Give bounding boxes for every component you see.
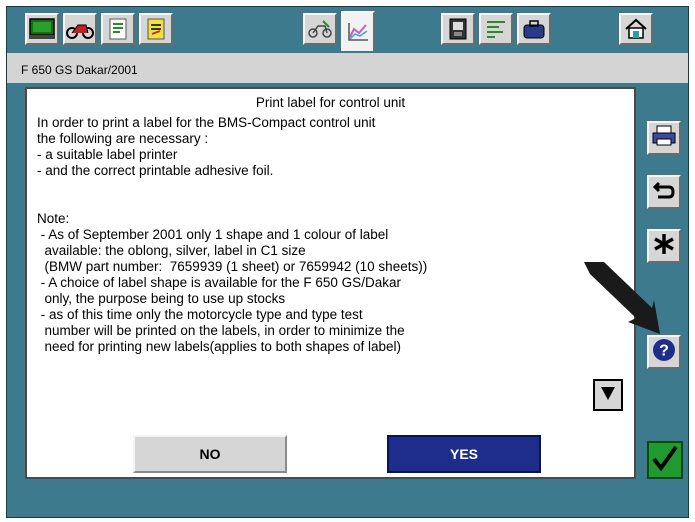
tab-motorcycle[interactable] (63, 13, 97, 45)
document-list-icon (108, 18, 128, 40)
tab-home[interactable] (619, 13, 653, 45)
vehicle-label: F 650 GS Dakar/2001 (21, 63, 138, 77)
scroll-down-button[interactable] (593, 379, 623, 411)
status-bar (7, 485, 688, 517)
asterisk-icon (653, 233, 675, 260)
toolbox-icon (522, 19, 546, 39)
back-button[interactable] (647, 175, 681, 209)
print-button[interactable] (647, 121, 681, 155)
dialog-line: - as of this time only the motorcycle ty… (37, 307, 363, 322)
back-arrow-icon (652, 180, 676, 205)
dialog-panel: Print label for control unit In order to… (25, 87, 636, 479)
dialog-body: In order to print a label for the BMS-Co… (37, 115, 597, 355)
chart-graph-icon (346, 21, 370, 43)
app-window: F 650 GS Dakar/2001 Print label for cont… (6, 6, 689, 518)
yes-button[interactable]: YES (387, 435, 541, 473)
dialog-title: Print label for control unit (255, 95, 406, 110)
help-icon: ? (652, 338, 676, 367)
monitor-icon (29, 18, 55, 40)
vehicle-header: F 650 GS Dakar/2001 (7, 53, 688, 83)
dialog-line (37, 179, 597, 195)
tab-monitor[interactable] (25, 13, 59, 45)
dialog-line: - a suitable label printer (37, 147, 178, 162)
tab-chart-graph[interactable] (341, 11, 375, 51)
dialog-line: need for printing new labels(applies to … (37, 339, 401, 354)
text-list-icon (485, 19, 507, 39)
no-button[interactable]: NO (133, 435, 287, 473)
dialog-line: available: the oblong, silver, label in … (37, 243, 306, 258)
dialog-line: (BMW part number: 7659939 (1 sheet) or 7… (37, 259, 428, 274)
checkmark-icon (651, 444, 679, 477)
dialog-line: the following are necessary : (37, 131, 209, 146)
dialog-line: In order to print a label for the BMS-Co… (37, 115, 376, 130)
dialog-line: Note: (37, 211, 70, 226)
dialog-line: - A choice of label shape is available f… (37, 275, 401, 290)
tab-toolbox[interactable] (517, 13, 551, 45)
tab-text-list[interactable] (479, 13, 513, 45)
tab-control-unit[interactable] (441, 13, 475, 45)
dialog-line: number will be printed on the labels, in… (37, 323, 405, 338)
dialog-line: only, the purpose being to use up stocks (37, 291, 286, 306)
triangle-down-icon (600, 385, 616, 406)
document-edit-icon (146, 18, 166, 40)
confirm-button[interactable] (647, 441, 683, 479)
motorcycle-service-icon (307, 19, 333, 39)
special-function-button[interactable] (647, 229, 681, 263)
control-unit-icon (448, 18, 468, 40)
dialog-line: - and the correct printable adhesive foi… (37, 163, 274, 178)
toolbar (7, 7, 688, 51)
svg-text:?: ? (659, 342, 669, 359)
dialog-line (37, 195, 597, 211)
printer-icon (652, 125, 676, 152)
motorcycle-icon (66, 19, 94, 39)
dialog-line: - As of September 2001 only 1 shape and … (37, 227, 389, 242)
tab-document-edit[interactable] (139, 13, 173, 45)
tab-document-list[interactable] (101, 13, 135, 45)
home-phone-icon (624, 18, 648, 40)
tab-motorcycle-service[interactable] (303, 13, 337, 45)
help-button[interactable]: ? (647, 335, 681, 369)
